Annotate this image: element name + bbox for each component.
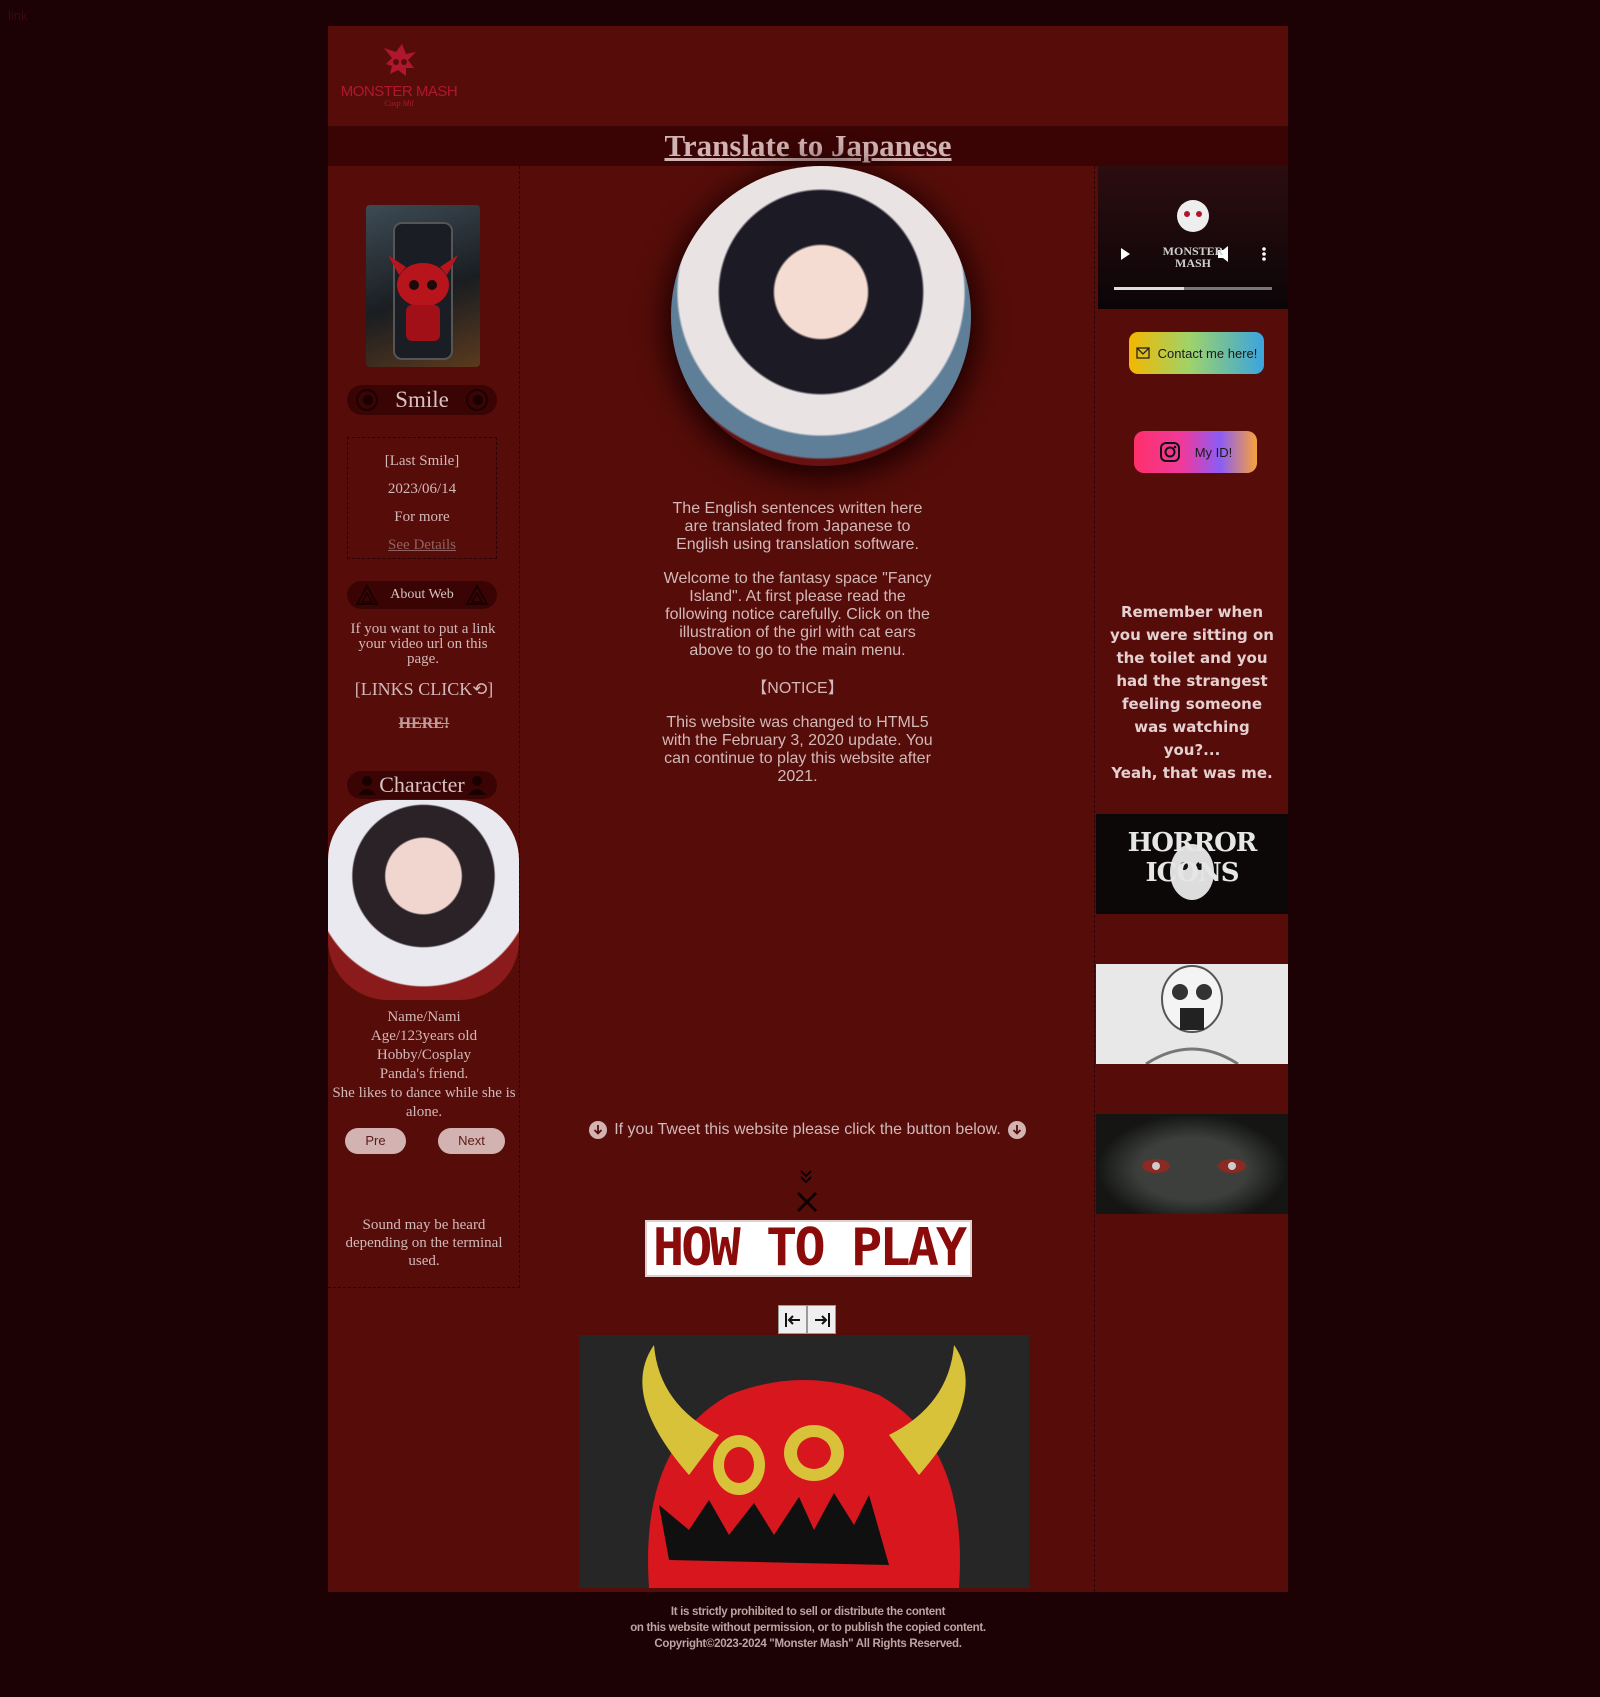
devil-phone-image (366, 205, 480, 367)
instagram-icon (1159, 442, 1180, 462)
contact-button[interactable]: Contact me here! (1129, 332, 1264, 374)
triangle-icon (355, 583, 379, 605)
skeleton-thumbnail[interactable] (1096, 964, 1288, 1064)
eye-icon (356, 389, 378, 411)
mail-icon (1135, 347, 1150, 359)
video-brand: MONSTER MASH (1162, 244, 1224, 270)
sound-note: Sound may be heard depending on the term… (345, 1217, 503, 1269)
translate-bar: Translate to Japanese (328, 126, 1288, 166)
character-image (328, 800, 519, 1000)
next-button[interactable]: Next (438, 1128, 505, 1154)
notice-title: 【NOTICE】 (751, 680, 844, 697)
header: MONSTER MASH Cosp Mil (328, 26, 1288, 126)
skip-end-icon (814, 1312, 830, 1327)
creepy-quote: Remember when you were sitting on the to… (1110, 603, 1274, 782)
character-hobby: Hobby/Cosplay (376, 1047, 472, 1063)
logo-subtext: Cosp Mil (384, 99, 414, 108)
left-sidebar: Smile [Last Smile] 2023/06/14 For more S… (328, 166, 520, 1288)
cat-ear-girl-image[interactable] (671, 166, 971, 466)
character-heading: Character (347, 771, 497, 799)
last-slide-button[interactable] (807, 1305, 836, 1334)
links-click-text: [LINKS CLICK⟲] (354, 679, 494, 699)
right-sidebar: MONSTER MASH Contact me here! My ID! Rem… (1096, 166, 1288, 1592)
here-link[interactable]: HERE! (328, 715, 520, 733)
instagram-button[interactable]: My ID! (1134, 431, 1257, 473)
down-arrow-circle-icon (1007, 1121, 1026, 1139)
contact-label: Contact me here! (1157, 345, 1258, 361)
welcome-text: Welcome to the fantasy space "Fancy Isla… (663, 570, 932, 659)
about-web-heading: About Web (347, 581, 497, 609)
eye-icon (465, 389, 488, 411)
character-name: Name/Nami (387, 1009, 461, 1025)
last-smile-date: 2023/06/14 (387, 481, 457, 497)
character-age: Age/123years old (370, 1028, 478, 1044)
tweet-text: If you Tweet this website please click t… (614, 1121, 1001, 1138)
slider-controls (778, 1305, 836, 1334)
see-details-link[interactable]: See Details (348, 531, 496, 559)
intro-text: The English sentences written here are t… (672, 500, 923, 553)
footer-line-2: on this website without permission, or t… (630, 1622, 986, 1634)
character-info: Name/Nami Age/123years old Hobby/Cosplay… (328, 1008, 520, 1122)
translate-link[interactable]: Translate to Japanese (664, 128, 951, 163)
first-slide-button[interactable] (778, 1305, 807, 1334)
notice-text: This website was changed to HTML5 with t… (662, 714, 933, 785)
logo-text: MONSTER MASH (340, 83, 458, 100)
double-chevron-down-icon (800, 1170, 812, 1184)
page-frame: MONSTER MASH Cosp Mil Translate to Japan… (328, 26, 1288, 1592)
horror-icons-text: HORROR ICONS (1127, 828, 1258, 888)
smile-heading: Smile (347, 385, 497, 415)
instagram-label: My ID! (1194, 444, 1233, 460)
character-friend: Panda's friend. (379, 1066, 469, 1082)
site-logo[interactable]: MONSTER MASH Cosp Mil (340, 42, 458, 116)
about-web-text: If you want to put a link your video url… (350, 621, 496, 667)
x-twitter-icon[interactable] (795, 1190, 819, 1214)
tweet-prompt: If you Tweet this website please click t… (520, 1120, 1095, 1140)
content-columns: Smile [Last Smile] 2023/06/14 For more S… (328, 166, 1288, 1592)
footer-line-1: It is strictly prohibited to sell or dis… (670, 1606, 946, 1618)
smile-title: Smile (395, 387, 449, 412)
last-smile-box: [Last Smile] 2023/06/14 For more See Det… (347, 437, 497, 559)
last-smile-label: [Last Smile] (384, 453, 460, 469)
red-monster-image (579, 1335, 1029, 1588)
triangle-icon (465, 583, 489, 605)
skip-start-icon (784, 1312, 800, 1327)
main-content: The English sentences written here are t… (520, 166, 1095, 1592)
down-arrow-circle-icon (589, 1121, 608, 1139)
person-icon (358, 776, 376, 795)
pre-button[interactable]: Pre (345, 1128, 406, 1154)
video-player[interactable]: MONSTER MASH (1098, 166, 1288, 309)
top-link[interactable]: link (8, 8, 28, 23)
person-icon (468, 776, 486, 795)
for-more-text: For more (394, 509, 450, 525)
character-desc: She likes to dance while she is alone. (332, 1085, 516, 1120)
devil-logo-icon (384, 44, 416, 76)
character-title: Character (379, 772, 465, 797)
horror-icons-thumbnail[interactable]: HORROR ICONS (1096, 814, 1288, 914)
scary-face-thumbnail[interactable] (1096, 1114, 1288, 1214)
footer: It is strictly prohibited to sell or dis… (328, 1604, 1288, 1652)
about-web-title: About Web (390, 587, 454, 602)
how-to-play-banner[interactable]: HOW TO PLAY (645, 1220, 972, 1277)
footer-copyright: Copyright©2023-2024 "Monster Mash" All R… (654, 1638, 962, 1650)
